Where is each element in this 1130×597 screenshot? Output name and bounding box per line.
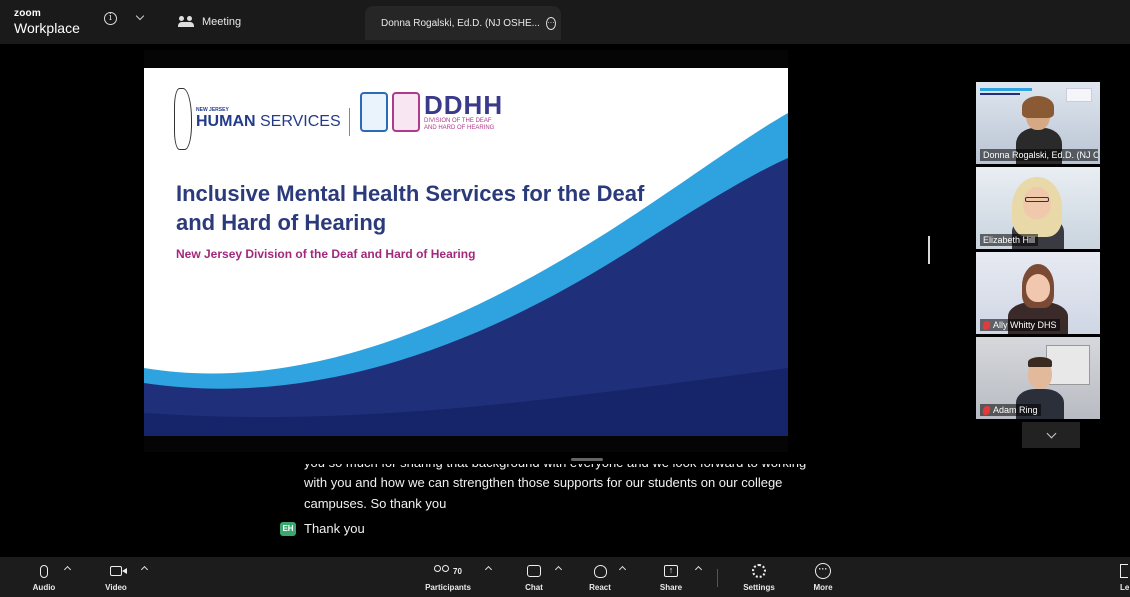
tab-meeting-label: Meeting [202, 16, 242, 28]
hand-icon [392, 92, 420, 133]
info-icon[interactable]: i [104, 12, 117, 25]
tab-speaker[interactable]: Donna Rogalski, Ed.D. (NJ OSHE... ··· [365, 6, 561, 40]
participant-name: Ally Whitty DHS [980, 319, 1060, 331]
more-button[interactable]: ··· More [808, 560, 838, 592]
presentation-slide: NEW JERSEY HUMAN SERVICES DDHH DIVISION … [144, 68, 788, 436]
chat-options-caret[interactable] [554, 565, 563, 574]
video-options-caret[interactable] [140, 565, 149, 574]
nj-human-text: HUMAN [196, 113, 256, 130]
chat-label: Chat [525, 583, 543, 592]
caption-line: campuses. So thank you [304, 496, 447, 512]
participant-tile-active[interactable]: Elizabeth Hill [976, 167, 1100, 249]
meeting-icon [178, 16, 194, 28]
nj-map-icon [174, 88, 192, 150]
brand-small: zoom [14, 8, 41, 19]
leave-icon [1120, 564, 1128, 578]
tab-meeting[interactable]: Meeting [168, 8, 251, 36]
participants-count: 70 [453, 566, 462, 576]
zoom-logo: zoom Workplace [14, 8, 80, 36]
ddhh-sub2: AND HARD OF HEARING [424, 125, 495, 132]
participant-gallery: Donna Rogalski, Ed.D. (NJ OS... Elizabet… [976, 82, 1100, 448]
resize-handle-horizontal[interactable] [571, 458, 603, 461]
chevron-down-icon[interactable] [135, 11, 145, 21]
ear-icon [360, 92, 388, 133]
camera-icon [110, 566, 127, 576]
mic-muted-icon [982, 405, 991, 415]
toolbar-divider [717, 569, 718, 587]
caption-reply-text: Thank you [304, 521, 365, 537]
gallery-scroll-button[interactable] [1022, 422, 1080, 448]
caption-line-cut: you so much for sharing that background … [304, 464, 860, 472]
video-button[interactable]: Video [98, 560, 134, 592]
participants-label: Participants [425, 583, 471, 592]
participant-name: Elizabeth Hill [980, 234, 1039, 246]
title-bar: zoom Workplace i Meeting Donna Rogalski,… [0, 0, 1130, 44]
slide-title: Inclusive Mental Health Services for the… [176, 181, 645, 235]
caption-line: with you and how we can strengthen those… [304, 475, 783, 490]
chat-icon [527, 565, 541, 577]
mic-muted-icon [982, 320, 991, 330]
ddhh-logo: DDHH DIVISION OF THE DEAF AND HARD OF HE… [360, 90, 504, 133]
share-button[interactable]: ↑ Share [654, 560, 688, 592]
participants-button[interactable]: 70 Participants [420, 560, 476, 592]
audio-button[interactable]: Audio [26, 560, 62, 592]
captions-panel: you so much for sharing that background … [280, 464, 860, 539]
more-label: More [813, 583, 833, 592]
settings-label: Settings [743, 583, 775, 592]
gear-icon [752, 564, 766, 578]
share-options-caret[interactable] [694, 565, 703, 574]
chevron-down-icon [1046, 428, 1056, 439]
brand-big: Workplace [14, 20, 80, 36]
microphone-icon [40, 564, 48, 578]
participant-tile[interactable]: Donna Rogalski, Ed.D. (NJ OS... [976, 82, 1100, 164]
participant-name: Adam Ring [980, 404, 1041, 416]
tab-speaker-label: Donna Rogalski, Ed.D. (NJ OSHE... [381, 17, 540, 29]
chat-button[interactable]: Chat [520, 560, 548, 592]
react-options-caret[interactable] [618, 565, 627, 574]
leave-button[interactable]: Le [1120, 560, 1129, 592]
participants-options-caret[interactable] [484, 565, 493, 574]
resize-handle-vertical[interactable] [928, 236, 930, 264]
meeting-toolbar: Audio Video 70 Participants Chat React ↑… [0, 557, 1130, 597]
video-label: Video [105, 583, 127, 592]
audio-label: Audio [32, 583, 56, 592]
nj-services-text: SERVICES [255, 113, 341, 130]
share-screen-icon: ↑ [664, 565, 678, 577]
shared-screen: NEW JERSEY HUMAN SERVICES DDHH DIVISION … [144, 50, 788, 452]
participant-name: Donna Rogalski, Ed.D. (NJ OS... [980, 149, 1098, 161]
leave-label: Le [1120, 583, 1130, 592]
caption-reply: EH Thank you [280, 518, 860, 539]
react-button[interactable]: React [584, 560, 616, 592]
audio-options-caret[interactable] [63, 565, 72, 574]
share-label: Share [659, 583, 683, 592]
settings-button[interactable]: Settings [738, 560, 780, 592]
react-label: React [589, 583, 611, 592]
speaker-initials-badge: EH [280, 521, 296, 536]
participant-tile[interactable]: Ally Whitty DHS [976, 252, 1100, 334]
more-options-icon[interactable]: ··· [545, 16, 556, 30]
nj-human-services-logo: NEW JERSEY HUMAN SERVICES [174, 88, 341, 150]
ddhh-sub1: DIVISION OF THE DEAF [424, 118, 492, 124]
participants-icon [434, 565, 450, 577]
ddhh-title: DDHH [424, 90, 504, 120]
logo-divider [349, 108, 350, 136]
heart-icon [593, 564, 607, 578]
slide-subtitle: New Jersey Division of the Deaf and Hard… [176, 247, 476, 261]
participant-tile[interactable]: Adam Ring [976, 337, 1100, 419]
more-icon: ··· [815, 563, 831, 579]
meeting-area: NEW JERSEY HUMAN SERVICES DDHH DIVISION … [0, 44, 1130, 557]
